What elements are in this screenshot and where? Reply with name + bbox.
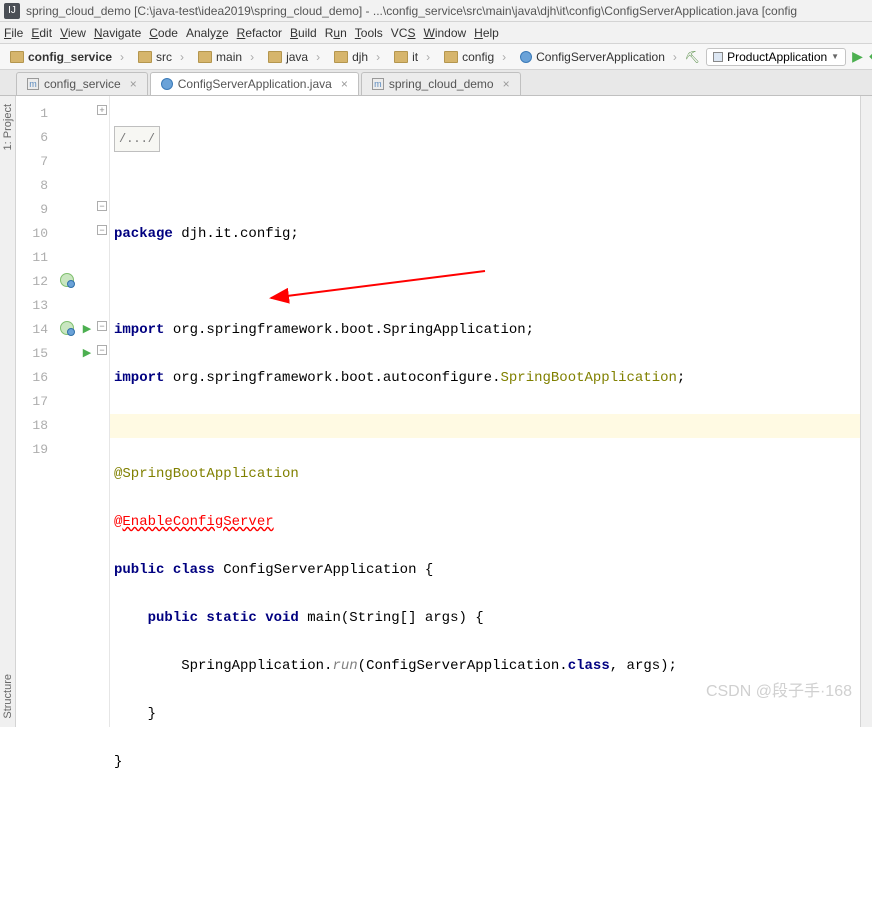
error-annotation: EnableConfigServer bbox=[122, 514, 273, 530]
module-icon: m bbox=[27, 78, 39, 90]
tab-configserverapplication[interactable]: ConfigServerApplication.java × bbox=[150, 72, 359, 95]
close-icon[interactable]: × bbox=[341, 77, 348, 91]
run-button[interactable]: ▶ bbox=[852, 48, 863, 65]
editor-tabs: m config_service × ConfigServerApplicati… bbox=[0, 70, 872, 96]
line-number: 19 bbox=[16, 438, 48, 462]
line-number: 7 bbox=[16, 150, 48, 174]
folder-icon bbox=[10, 51, 24, 63]
line-number: 14 bbox=[16, 318, 48, 342]
spring-bean-icon[interactable] bbox=[58, 271, 76, 289]
crumb-label: src bbox=[156, 50, 172, 64]
line-number: 11 bbox=[16, 246, 48, 270]
editor-area: 1: Project Structure 1 6 7 8 9 10 11 12 … bbox=[0, 96, 872, 727]
line-number: 9 bbox=[16, 198, 48, 222]
menu-file[interactable]: File bbox=[4, 26, 23, 40]
menu-build[interactable]: Build bbox=[290, 26, 317, 40]
folder-icon bbox=[444, 51, 458, 63]
navigation-toolbar: config_service src main java djh it conf… bbox=[0, 44, 872, 70]
crumb-config-service[interactable]: config_service bbox=[4, 48, 130, 66]
crumb-label: main bbox=[216, 50, 242, 64]
line-number: 10 bbox=[16, 222, 48, 246]
line-number: 17 bbox=[16, 390, 48, 414]
menu-vcs[interactable]: VCS bbox=[391, 26, 416, 40]
menu-navigate[interactable]: Navigate bbox=[94, 26, 141, 40]
line-number: 15 bbox=[16, 342, 48, 366]
error-stripe[interactable] bbox=[860, 96, 872, 727]
close-icon[interactable]: × bbox=[503, 77, 510, 91]
crumb-main[interactable]: main bbox=[192, 48, 260, 66]
structure-tool-button[interactable]: Structure bbox=[2, 674, 14, 719]
tab-config-service[interactable]: m config_service × bbox=[16, 72, 148, 95]
line-number: 1 bbox=[16, 102, 48, 126]
crumb-label: it bbox=[412, 50, 418, 64]
build-button[interactable]: ⛏ bbox=[685, 50, 700, 64]
fold-collapse-icon[interactable]: − bbox=[97, 345, 107, 355]
spring-icon bbox=[713, 52, 723, 62]
menu-help[interactable]: Help bbox=[474, 26, 499, 40]
folder-icon bbox=[198, 51, 212, 63]
menu-bar: File Edit View Navigate Code Analyze Ref… bbox=[0, 22, 872, 44]
line-number: 8 bbox=[16, 174, 48, 198]
caret-line bbox=[110, 414, 860, 438]
app-icon: IJ bbox=[4, 3, 20, 19]
crumb-config[interactable]: config bbox=[438, 48, 512, 66]
code-editor[interactable]: /.../ package djh.it.config; import org.… bbox=[110, 96, 860, 727]
line-number: 12 bbox=[16, 270, 48, 294]
crumb-java[interactable]: java bbox=[262, 48, 326, 66]
menu-view[interactable]: View bbox=[60, 26, 86, 40]
run-gutter-icon[interactable]: ▶ bbox=[78, 343, 96, 361]
folded-region[interactable]: /.../ bbox=[114, 126, 160, 152]
folder-icon bbox=[268, 51, 282, 63]
gutter-icon-column: ▶ ▶ bbox=[56, 96, 96, 727]
folder-icon bbox=[394, 51, 408, 63]
close-icon[interactable]: × bbox=[130, 77, 137, 91]
crumb-class[interactable]: ConfigServerApplication bbox=[514, 48, 683, 66]
tab-label: spring_cloud_demo bbox=[389, 77, 494, 91]
fold-collapse-icon[interactable]: − bbox=[97, 321, 107, 331]
run-gutter-icon[interactable]: ▶ bbox=[78, 319, 96, 337]
left-tool-strip: 1: Project Structure bbox=[0, 96, 16, 727]
tab-spring-cloud-demo[interactable]: m spring_cloud_demo × bbox=[361, 72, 521, 95]
line-number-gutter[interactable]: 1 6 7 8 9 10 11 12 13 14 15 16 17 18 19 bbox=[16, 96, 56, 727]
crumb-djh[interactable]: djh bbox=[328, 48, 386, 66]
tab-label: ConfigServerApplication.java bbox=[178, 77, 332, 91]
crumb-label: ConfigServerApplication bbox=[536, 50, 665, 64]
annotation: @SpringBootApplication bbox=[114, 466, 299, 482]
line-number: 16 bbox=[16, 366, 48, 390]
menu-edit[interactable]: Edit bbox=[31, 26, 52, 40]
class-icon bbox=[161, 78, 173, 90]
crumb-label: config bbox=[462, 50, 494, 64]
fold-expand-icon[interactable]: + bbox=[97, 105, 107, 115]
fold-column: + − − − − bbox=[96, 96, 110, 727]
menu-refactor[interactable]: Refactor bbox=[237, 26, 282, 40]
class-icon bbox=[520, 51, 532, 63]
menu-analyze[interactable]: Analyze bbox=[186, 26, 229, 40]
folder-icon bbox=[138, 51, 152, 63]
chevron-down-icon: ▼ bbox=[831, 52, 839, 61]
line-number: 18 bbox=[16, 414, 48, 438]
menu-code[interactable]: Code bbox=[149, 26, 178, 40]
window-title: spring_cloud_demo [C:\java-test\idea2019… bbox=[26, 4, 797, 18]
spring-bean-icon[interactable] bbox=[58, 319, 76, 337]
fold-collapse-icon[interactable]: − bbox=[97, 201, 107, 211]
line-number: 13 bbox=[16, 294, 48, 318]
crumb-src[interactable]: src bbox=[132, 48, 190, 66]
fold-collapse-icon[interactable]: − bbox=[97, 225, 107, 235]
menu-window[interactable]: Window bbox=[423, 26, 466, 40]
menu-run[interactable]: Run bbox=[325, 26, 347, 40]
run-config-selector[interactable]: ProductApplication ▼ bbox=[706, 48, 846, 66]
menu-tools[interactable]: Tools bbox=[355, 26, 383, 40]
run-config-label: ProductApplication bbox=[727, 50, 827, 64]
line-number: 6 bbox=[16, 126, 48, 150]
window-titlebar: IJ spring_cloud_demo [C:\java-test\idea2… bbox=[0, 0, 872, 22]
crumb-label: djh bbox=[352, 50, 368, 64]
crumb-label: config_service bbox=[28, 50, 112, 64]
tab-label: config_service bbox=[44, 77, 121, 91]
crumb-it[interactable]: it bbox=[388, 48, 436, 66]
module-icon: m bbox=[372, 78, 384, 90]
crumb-label: java bbox=[286, 50, 308, 64]
project-tool-button[interactable]: 1: Project bbox=[2, 104, 14, 150]
folder-icon bbox=[334, 51, 348, 63]
